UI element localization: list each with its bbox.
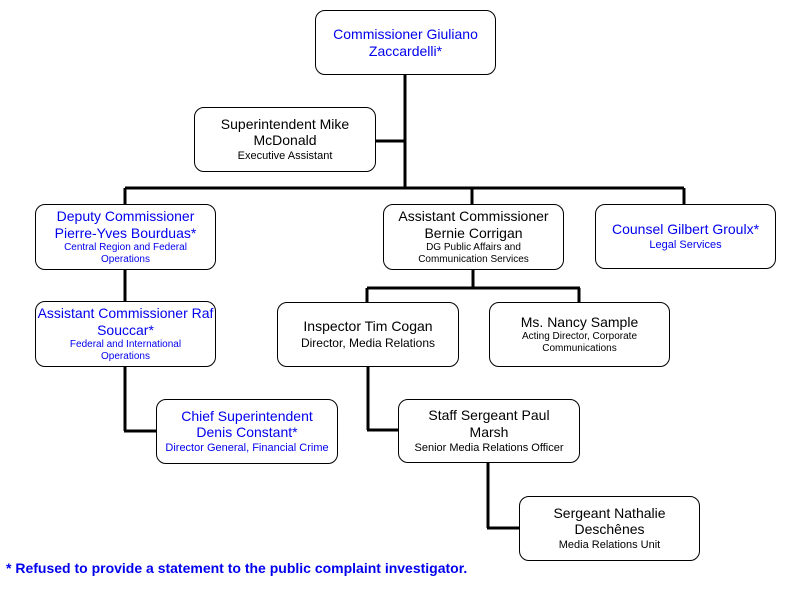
- node-deschenes: Sergeant Nathalie Deschênes Media Relati…: [519, 496, 700, 561]
- node-name: Sergeant Nathalie Deschênes: [553, 504, 666, 538]
- node-name: Superintendent Mike McDonald: [220, 115, 350, 149]
- node-constant: Chief Superintendent Denis Constant* Dir…: [156, 399, 338, 464]
- node-role: Director, Media Relations: [300, 336, 436, 351]
- node-exec-assistant: Superintendent Mike McDonald Executive A…: [194, 107, 376, 172]
- node-role: Director General, Financial Crime: [165, 442, 329, 455]
- node-corrigan: Assistant Commissioner Bernie Corrigan D…: [383, 204, 564, 270]
- node-name: Ms. Nancy Sample: [520, 313, 639, 330]
- node-deputy: Deputy Commissioner Pierre-Yves Bourduas…: [35, 204, 216, 270]
- node-name: Counsel Gilbert Groulx*: [611, 221, 760, 237]
- node-commissioner: Commissioner Giuliano Zaccardelli*: [315, 10, 496, 75]
- node-souccar: Assistant Commissioner Raf Souccar* Fede…: [35, 301, 216, 367]
- node-sample: Ms. Nancy Sample Acting Director, Corpor…: [489, 302, 670, 367]
- node-marsh: Staff Sergeant Paul Marsh Senior Media R…: [398, 399, 580, 463]
- node-cogan: Inspector Tim Cogan Director, Media Rela…: [277, 302, 459, 367]
- node-name: Commissioner Giuliano Zaccardelli*: [333, 25, 478, 59]
- node-name: Deputy Commissioner Pierre-Yves Bourduas…: [54, 207, 197, 241]
- node-role: DG Public Affairs and Communication Serv…: [418, 242, 529, 266]
- node-role: Legal Services: [649, 238, 722, 251]
- node-counsel: Counsel Gilbert Groulx* Legal Services: [595, 204, 776, 269]
- node-name: Inspector Tim Cogan: [303, 318, 433, 335]
- node-name: Assistant Commissioner Raf Souccar*: [37, 304, 214, 338]
- node-role: Acting Director, Corporate Communication…: [521, 331, 638, 355]
- node-role: Executive Assistant: [237, 150, 333, 163]
- node-name: Staff Sergeant Paul Marsh: [428, 407, 550, 440]
- node-name: Assistant Commissioner Bernie Corrigan: [398, 207, 549, 241]
- footnote: * Refused to provide a statement to the …: [6, 560, 468, 576]
- node-role: Senior Media Relations Officer: [414, 441, 564, 454]
- node-role: Federal and International Operations: [69, 339, 182, 363]
- node-name: Chief Superintendent Denis Constant*: [181, 407, 313, 441]
- node-role: Media Relations Unit: [558, 539, 661, 552]
- node-role: Central Region and Federal Operations: [64, 242, 187, 266]
